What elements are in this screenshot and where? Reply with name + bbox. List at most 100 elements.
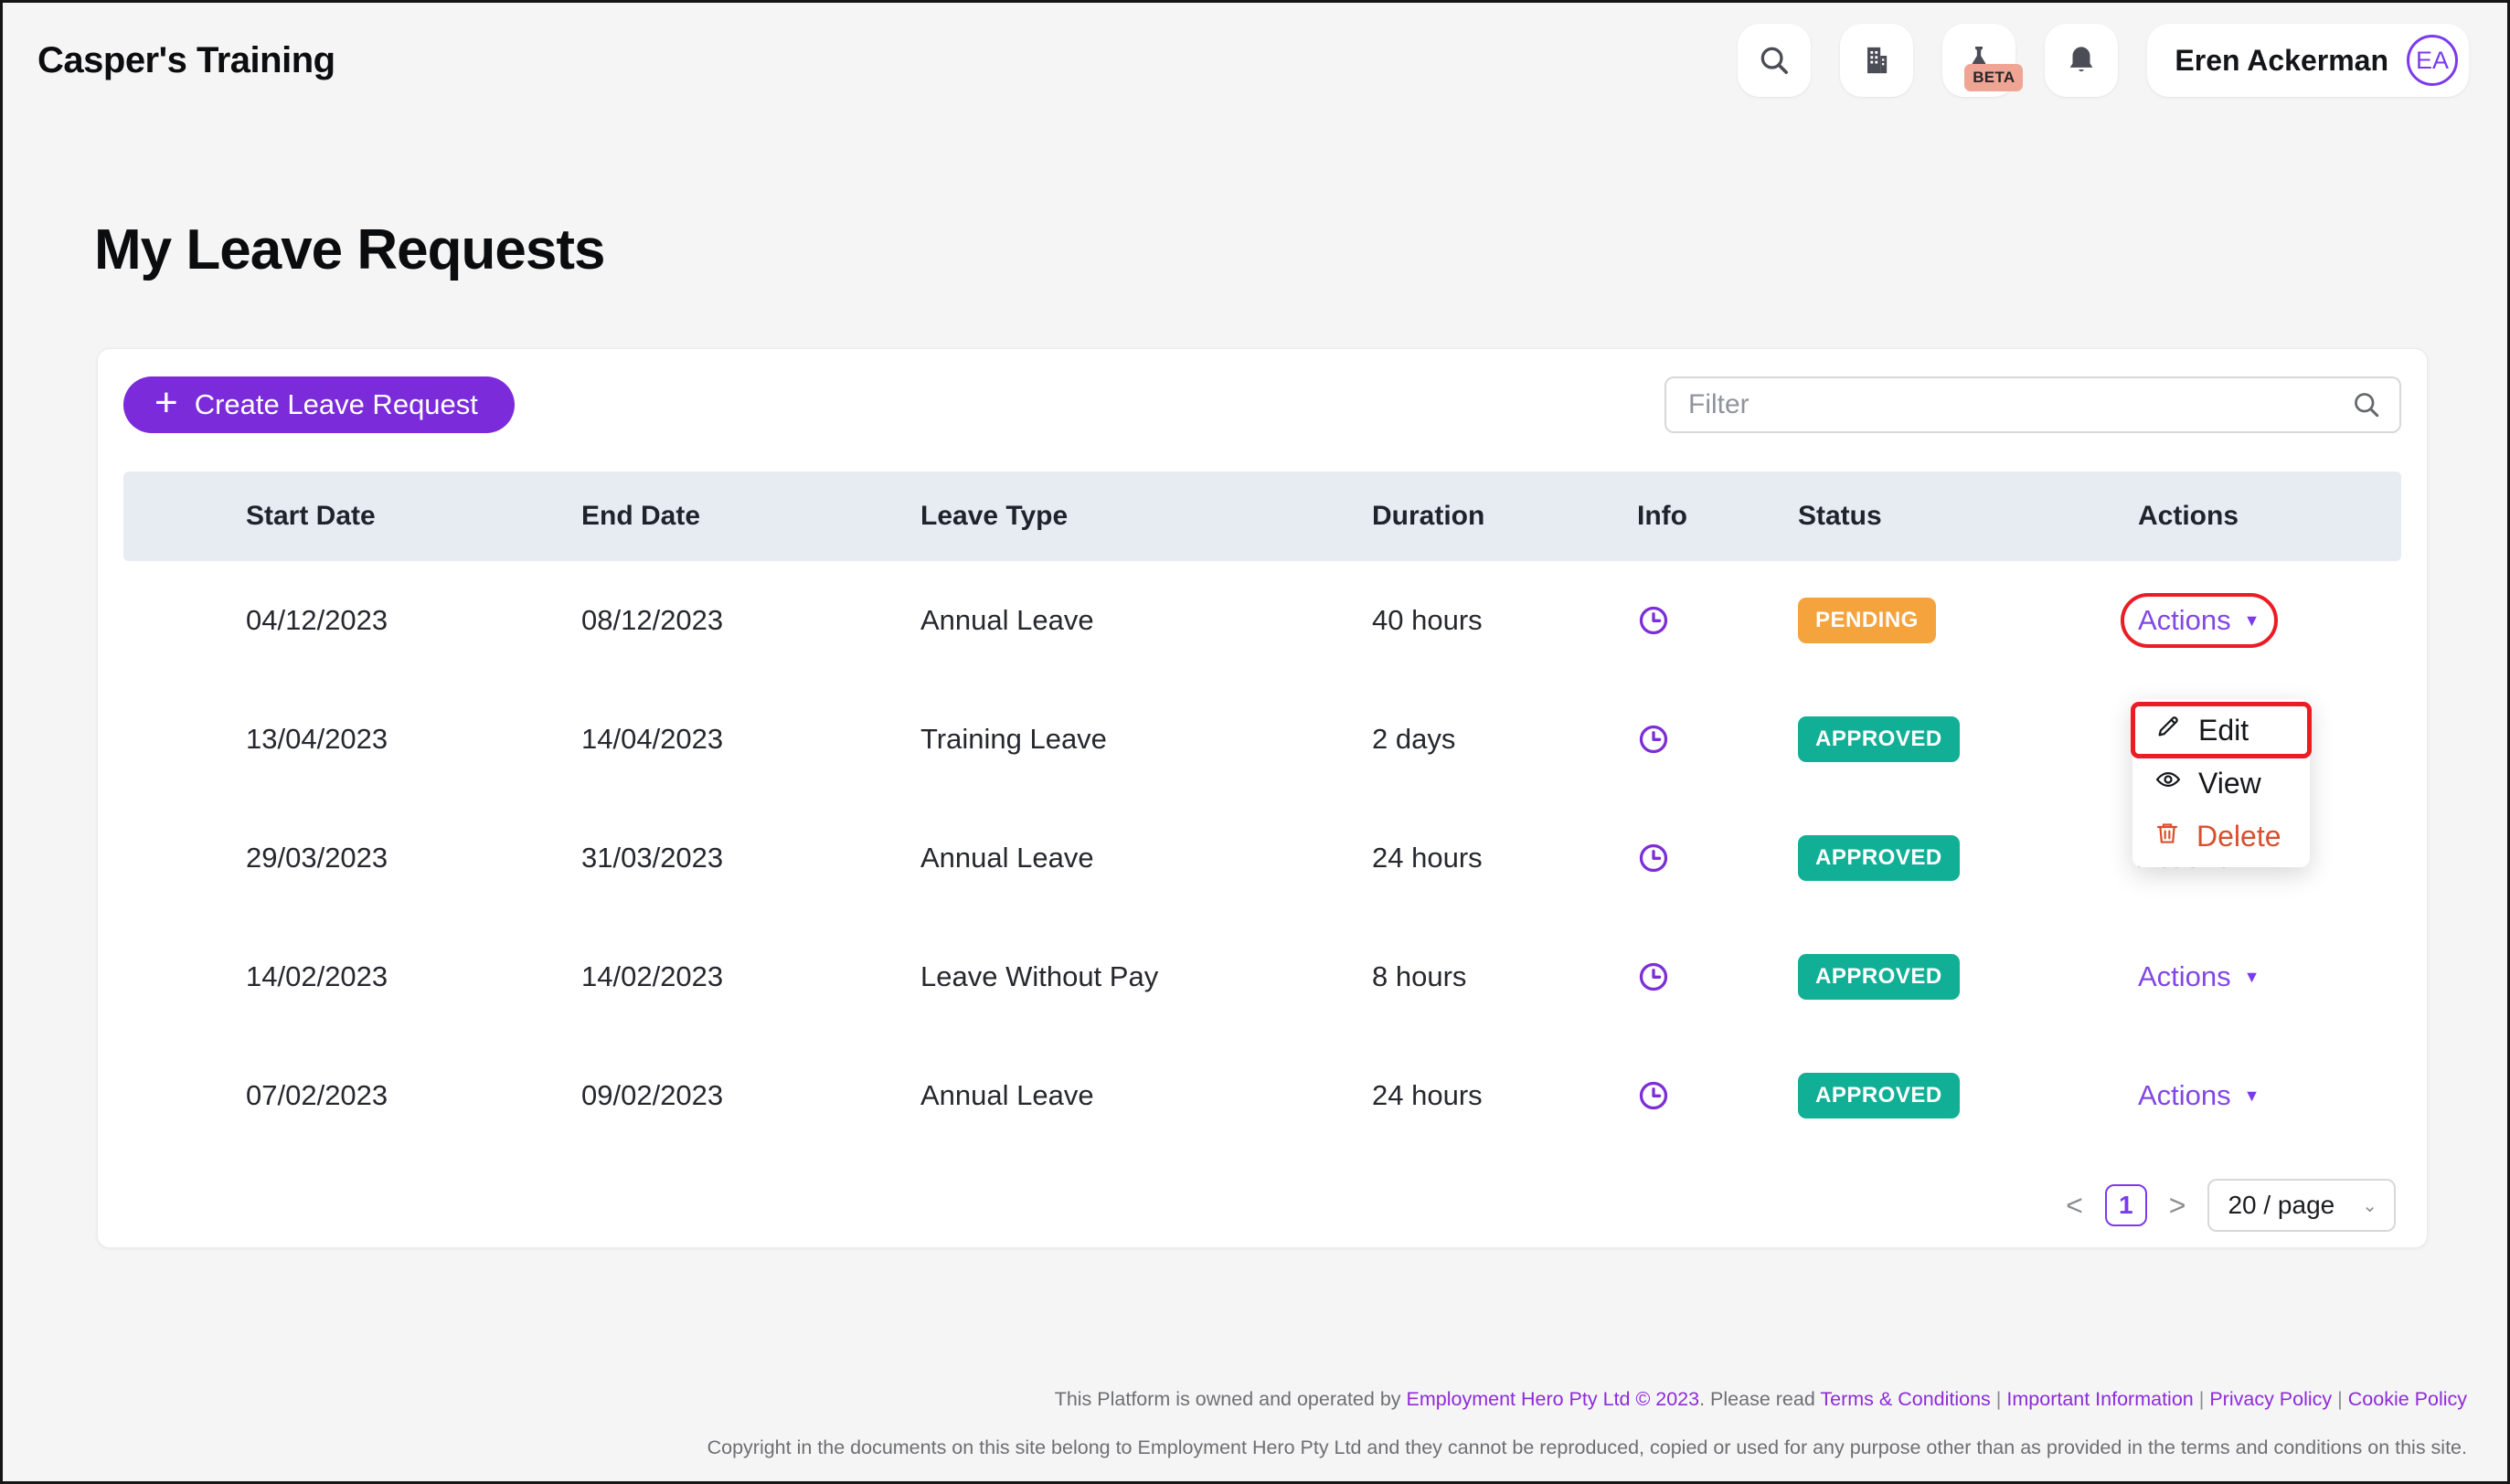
employment-hero-link[interactable]: Employment Hero Pty Ltd © 2023 bbox=[1407, 1388, 1700, 1410]
footer-separator: | bbox=[2194, 1388, 2210, 1410]
eye-icon bbox=[2154, 766, 2182, 800]
leave-requests-page: Casper's Training BETA bbox=[0, 0, 2510, 1484]
column-header-info: Info bbox=[1637, 501, 1798, 532]
table-row: 13/04/2023 14/04/2023 Training Leave 2 d… bbox=[123, 680, 2401, 799]
status-cell: APPROVED bbox=[1798, 954, 2138, 1000]
status-badge: APPROVED bbox=[1798, 716, 1960, 762]
actions-dropdown-button[interactable]: Actions ▼ bbox=[2138, 960, 2260, 993]
building-icon bbox=[1858, 42, 1895, 79]
cell-duration: 24 hours bbox=[1372, 842, 1637, 874]
cell-leave-type: Annual Leave bbox=[920, 604, 1372, 637]
table-row: 07/02/2023 09/02/2023 Annual Leave 24 ho… bbox=[123, 1036, 2401, 1155]
user-menu-button[interactable]: Eren Ackerman EA bbox=[2147, 24, 2469, 97]
column-header-start-date: Start Date bbox=[246, 501, 581, 532]
actions-dropdown-button[interactable]: Actions ▼ bbox=[2138, 1079, 2260, 1112]
actions-label: Actions bbox=[2138, 604, 2231, 637]
chevron-down-icon: ⌄ bbox=[2362, 1194, 2377, 1217]
cell-start-date: 04/12/2023 bbox=[246, 604, 581, 637]
clock-icon[interactable] bbox=[1637, 604, 1798, 637]
column-header-duration: Duration bbox=[1372, 501, 1637, 532]
footer-text: . Please read bbox=[1699, 1388, 1820, 1410]
bell-icon bbox=[2064, 43, 2099, 78]
terms-conditions-link[interactable]: Terms & Conditions bbox=[1820, 1388, 1990, 1410]
status-cell: APPROVED bbox=[1798, 1073, 2138, 1118]
cell-end-date: 09/02/2023 bbox=[581, 1079, 920, 1112]
cell-leave-type: Training Leave bbox=[920, 723, 1372, 756]
clock-icon[interactable] bbox=[1637, 960, 1798, 993]
search-icon bbox=[2350, 388, 2383, 426]
cell-end-date: 31/03/2023 bbox=[581, 842, 920, 874]
actions-dropdown-button[interactable]: Actions ▼ bbox=[2138, 604, 2260, 637]
menu-item-edit[interactable]: Edit bbox=[2132, 704, 2310, 757]
chevron-down-icon: ▼ bbox=[2244, 968, 2260, 987]
pencil-icon bbox=[2154, 713, 2182, 747]
next-page-button[interactable]: > bbox=[2169, 1189, 2186, 1223]
avatar: EA bbox=[2407, 35, 2458, 86]
menu-item-edit-label: Edit bbox=[2198, 714, 2249, 747]
previous-page-button[interactable]: < bbox=[2066, 1189, 2083, 1223]
table-row: 04/12/2023 08/12/2023 Annual Leave 40 ho… bbox=[123, 561, 2401, 680]
chevron-down-icon: ▼ bbox=[2244, 1086, 2260, 1106]
topbar-actions: BETA Eren Ackerman EA bbox=[1738, 24, 2469, 97]
create-leave-request-label: Create Leave Request bbox=[195, 388, 478, 421]
menu-item-view[interactable]: View bbox=[2132, 757, 2310, 810]
app-title: Casper's Training bbox=[37, 40, 335, 81]
cell-duration: 40 hours bbox=[1372, 604, 1637, 637]
column-header-status: Status bbox=[1798, 501, 2138, 532]
footer-text: This Platform is owned and operated by bbox=[1055, 1388, 1407, 1410]
page-size-value: 20 / page bbox=[2228, 1191, 2335, 1220]
table-row: 29/03/2023 31/03/2023 Annual Leave 24 ho… bbox=[123, 799, 2401, 917]
search-button[interactable] bbox=[1738, 24, 1811, 97]
user-name: Eren Ackerman bbox=[2175, 44, 2388, 78]
cell-end-date: 14/04/2023 bbox=[581, 723, 920, 756]
column-header-actions: Actions bbox=[2138, 501, 2401, 532]
card-controls: + Create Leave Request bbox=[123, 376, 2401, 433]
cell-duration: 2 days bbox=[1372, 723, 1637, 756]
footer-line-1: This Platform is owned and operated by E… bbox=[3, 1385, 2467, 1414]
menu-item-delete-label: Delete bbox=[2196, 820, 2281, 853]
cell-end-date: 14/02/2023 bbox=[581, 960, 920, 993]
clock-icon[interactable] bbox=[1637, 842, 1798, 874]
current-page-button[interactable]: 1 bbox=[2105, 1184, 2147, 1226]
footer: This Platform is owned and operated by E… bbox=[3, 1385, 2467, 1461]
clock-icon[interactable] bbox=[1637, 723, 1798, 756]
actions-cell: Actions ▼ Edit bbox=[2138, 604, 2401, 637]
beta-badge: BETA bbox=[1964, 64, 2023, 91]
cell-duration: 8 hours bbox=[1372, 960, 1637, 993]
labs-button[interactable]: BETA bbox=[1942, 24, 2015, 97]
status-cell: APPROVED bbox=[1798, 835, 2138, 881]
menu-item-delete[interactable]: Delete bbox=[2132, 810, 2310, 863]
cell-start-date: 07/02/2023 bbox=[246, 1079, 581, 1112]
status-badge: PENDING bbox=[1798, 598, 1936, 643]
privacy-policy-link[interactable]: Privacy Policy bbox=[2209, 1388, 2332, 1410]
menu-item-view-label: View bbox=[2198, 767, 2261, 800]
plus-icon: + bbox=[154, 383, 178, 423]
page-size-select[interactable]: 20 / page ⌄ bbox=[2207, 1179, 2396, 1232]
company-button[interactable] bbox=[1840, 24, 1913, 97]
important-information-link[interactable]: Important Information bbox=[2006, 1388, 2193, 1410]
search-icon bbox=[1757, 43, 1792, 78]
cookie-policy-link[interactable]: Cookie Policy bbox=[2348, 1388, 2467, 1410]
chevron-down-icon: ▼ bbox=[2244, 611, 2260, 631]
clock-icon[interactable] bbox=[1637, 1079, 1798, 1112]
status-cell: PENDING bbox=[1798, 598, 2138, 643]
cell-leave-type: Leave Without Pay bbox=[920, 960, 1372, 993]
page-title: My Leave Requests bbox=[94, 217, 2507, 284]
create-leave-request-button[interactable]: + Create Leave Request bbox=[123, 376, 515, 433]
footer-separator: | bbox=[2332, 1388, 2348, 1410]
status-badge: APPROVED bbox=[1798, 954, 1960, 1000]
footer-separator: | bbox=[1991, 1388, 2007, 1410]
leave-requests-card: + Create Leave Request Start Date End Da… bbox=[97, 348, 2428, 1248]
topbar: Casper's Training BETA bbox=[3, 3, 2507, 103]
actions-dropdown-menu: Edit View Delete bbox=[2132, 699, 2310, 867]
filter-input[interactable] bbox=[1664, 376, 2401, 433]
actions-cell: Actions ▼ bbox=[2138, 960, 2401, 993]
pagination: < 1 > 20 / page ⌄ bbox=[123, 1179, 2401, 1232]
cell-leave-type: Annual Leave bbox=[920, 842, 1372, 874]
cell-start-date: 13/04/2023 bbox=[246, 723, 581, 756]
cell-end-date: 08/12/2023 bbox=[581, 604, 920, 637]
cell-duration: 24 hours bbox=[1372, 1079, 1637, 1112]
column-header-leave-type: Leave Type bbox=[920, 501, 1372, 532]
notifications-button[interactable] bbox=[2045, 24, 2118, 97]
column-header-end-date: End Date bbox=[581, 501, 920, 532]
